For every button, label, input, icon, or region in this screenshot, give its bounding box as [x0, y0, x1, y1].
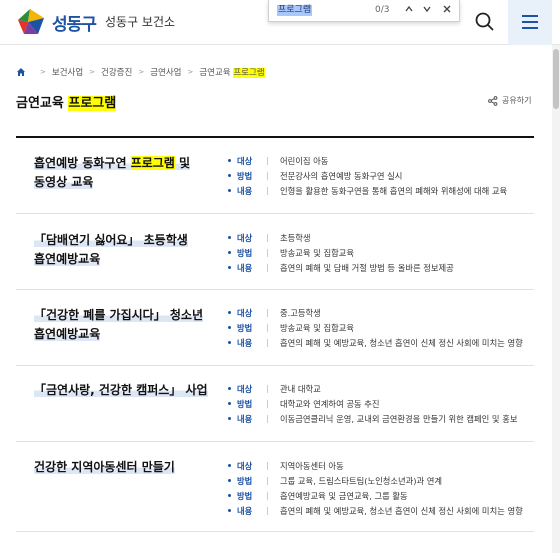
- detail-content: 내용 흡연의 폐해 및 예방교육, 청소년 흡연이 신체 정신 사회에 미치는 영…: [228, 503, 523, 518]
- crumb-separator: >: [187, 68, 194, 76]
- program-row: 건강한 지역아동센터 만들기 대상 지역아동센터 아동 방법 그룹 교육, 드림스타…: [16, 442, 534, 532]
- site-subtitle[interactable]: 성동구 보건소: [105, 13, 175, 30]
- program-row: 「금연사랑, 건강한 캠퍼스」 사업 대상 관내 대학교 방법 대학교와 연계하여 …: [16, 366, 534, 442]
- close-icon: [443, 5, 451, 13]
- search-button[interactable]: [472, 9, 498, 35]
- seongdong-logo-icon[interactable]: [14, 6, 48, 38]
- program-details: 대상 어린이집 아동 방법 전문강사의 흡연예방 동화구연 실시 내용 인형을 활용한…: [228, 153, 507, 198]
- detail-method: 방법 방송교육 및 집합교육: [228, 320, 523, 335]
- breadcrumb-item[interactable]: 보건사업: [52, 66, 83, 78]
- chevron-up-icon: [405, 5, 413, 12]
- program-details: 대상 지역아동센터 아동 방법 그룹 교육, 드림스타트팀(노인청소년과)과 연계 …: [228, 458, 523, 518]
- scrollbar[interactable]: [552, 45, 560, 553]
- program-row: 「건강한 폐를 가집시다」 청소년 흡연예방교육 대상 중.고등학생 방법 방송교육…: [16, 290, 534, 366]
- share-label: 공유하기: [502, 96, 532, 105]
- detail-target: 대상 관내 대학교: [228, 381, 517, 396]
- program-details: 대상 관내 대학교 방법 대학교와 연계하여 공동 추진 내용 이동금연클리닉 운영,…: [228, 381, 517, 426]
- detail-content: 내용 인형을 활용한 동화구연을 통해 흡연의 폐해와 위해성에 대해 교육: [228, 183, 507, 198]
- hamburger-line: [522, 27, 538, 29]
- breadcrumb-item[interactable]: 금연사업: [150, 66, 181, 78]
- hamburger-line: [522, 15, 538, 17]
- program-details: 대상 초등학생 방법 방송교육 및 집합교육 내용 흡연의 폐해 및 담배 거절 방법…: [228, 230, 454, 275]
- detail-target: 대상 지역아동센터 아동: [228, 458, 523, 473]
- chevron-down-icon: [423, 6, 431, 13]
- program-title: 건강한 지역아동센터 만들기: [34, 460, 175, 474]
- find-input[interactable]: 프로그램: [277, 5, 313, 16]
- breadcrumb-item[interactable]: 건강증진: [101, 66, 132, 78]
- detail-content: 내용 이동금연클리닉 운영, 교내외 금연환경을 만들기 위한 캠페인 및 홍보: [228, 411, 517, 426]
- crumb-separator: >: [89, 68, 96, 76]
- detail-method: 방법 대학교와 연계하여 공동 추진: [228, 396, 517, 411]
- detail-content: 내용 흡연의 폐해 및 담배 거절 방법 등 올바른 정보제공: [228, 260, 454, 275]
- menu-button[interactable]: [508, 0, 552, 45]
- find-prev-button[interactable]: [401, 3, 417, 19]
- find-bar: 프로그램 0/3: [268, 0, 460, 22]
- detail-method: 방법 방송교육 및 집합교육: [228, 245, 454, 260]
- breadcrumb-current: 금연교육 프로그램: [199, 68, 265, 78]
- detail-target: 대상 중.고등학생: [228, 305, 523, 320]
- find-match-count: 0/3: [375, 5, 390, 15]
- page-title: 금연교육 프로그램: [16, 96, 117, 111]
- detail-content: 내용 흡연의 폐해 및 예방교육, 청소년 흡연이 신체 정신 사회에 미치는 영…: [228, 335, 523, 350]
- detail-target: 대상 초등학생: [228, 230, 454, 245]
- home-icon[interactable]: [16, 67, 26, 77]
- find-next-button[interactable]: [419, 3, 435, 19]
- logo-text[interactable]: 성동구: [52, 10, 97, 35]
- program-title: 「담배연기 싫어요」 초등학생 흡연예방교육: [34, 233, 188, 266]
- program-title: 「건강한 폐를 가집시다」 청소년 흡연예방교육: [34, 308, 204, 341]
- program-details: 대상 중.고등학생 방법 방송교육 및 집합교육 내용 흡연의 폐해 및 예방교육, …: [228, 305, 523, 350]
- program-row: 「담배연기 싫어요」 초등학생 흡연예방교육 대상 초등학생 방법 방송교육 및 집…: [16, 214, 534, 290]
- detail-method: 방법 흡연예방교육 및 금연교육, 그룹 활동: [228, 488, 523, 503]
- program-title: 흡연예방 동화구연 프로그램 및 동영상 교육: [34, 156, 191, 189]
- find-close-button[interactable]: [439, 3, 455, 19]
- search-icon: [475, 12, 494, 31]
- scrollbar-thumb[interactable]: [553, 49, 559, 109]
- share-icon: [488, 95, 498, 106]
- breadcrumb: > 보건사업 > 건강증진 > 금연사업 > 금연교육 프로그램: [16, 66, 265, 78]
- program-row: 흡연예방 동화구연 프로그램 및 동영상 교육 대상 어린이집 아동 방법 전문강사…: [16, 138, 534, 214]
- program-title: 「금연사랑, 건강한 캠퍼스」 사업: [34, 383, 208, 397]
- hamburger-line: [522, 21, 538, 23]
- crumb-separator: >: [138, 68, 145, 76]
- detail-method: 방법 전문강사의 흡연예방 동화구연 실시: [228, 168, 507, 183]
- detail-target: 대상 어린이집 아동: [228, 153, 507, 168]
- share-button[interactable]: 공유하기: [488, 95, 531, 106]
- crumb-separator: >: [40, 68, 46, 76]
- detail-method: 방법 그룹 교육, 드림스타트팀(노인청소년과)과 연계: [228, 473, 523, 488]
